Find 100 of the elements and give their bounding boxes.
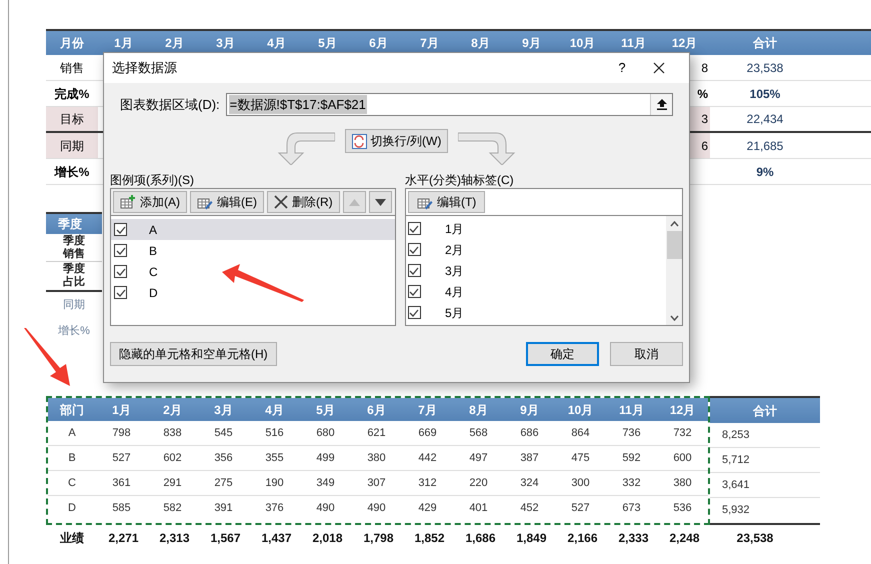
table-cell-text: 324 — [519, 476, 540, 491]
table-cell-text: 9% — [755, 164, 775, 180]
table-cell-text: 838 — [162, 426, 183, 441]
series-item[interactable]: C — [111, 261, 395, 282]
table-cell-text: 680 — [315, 426, 336, 441]
series-item[interactable]: A — [111, 219, 395, 240]
table-cell-text: 220 — [468, 476, 489, 491]
table-cell-text: 22,434 — [746, 111, 784, 128]
scroll-thumb[interactable] — [666, 231, 682, 259]
series-item[interactable]: B — [111, 240, 395, 261]
row-label: 季度 销售 — [46, 234, 102, 262]
edit-button[interactable]: 编辑(T) — [408, 191, 486, 213]
checkbox[interactable] — [408, 264, 421, 277]
checkbox[interactable] — [408, 222, 421, 235]
chevron-down-icon — [670, 315, 678, 321]
column-header: 月份 — [59, 35, 85, 52]
table-cell-text: 536 — [672, 501, 693, 516]
table-cell-text: 600 — [672, 450, 693, 466]
column-header: 12月 — [670, 35, 698, 52]
dialog-title: 选择数据源 — [112, 59, 177, 78]
table-cell-text: 312 — [417, 476, 438, 491]
column-header: 5月 — [317, 35, 338, 52]
column-header: 3月 — [215, 35, 236, 52]
table-cell-text: 673 — [621, 501, 642, 516]
axis-item[interactable]: 5月 — [406, 302, 666, 323]
table-cell-text: 545 — [213, 426, 234, 441]
table-cell-text: 585 — [111, 501, 132, 516]
table-cell-text: 380 — [672, 476, 693, 491]
cancel-button[interactable]: 取消 — [610, 342, 683, 366]
table-cell-text: 475 — [570, 450, 591, 466]
table-cell-text: 300 — [570, 476, 591, 491]
column-header: 9月 — [519, 402, 540, 418]
table-cell-text: A — [67, 426, 77, 441]
column-header: 11月 — [620, 35, 647, 52]
table-cell-text: 6 — [701, 138, 708, 154]
table-cell-text: 2,313 — [158, 530, 191, 547]
checkbox[interactable] — [114, 265, 127, 278]
table-cell-text: 592 — [621, 450, 642, 466]
table-cell-text: 1,849 — [515, 530, 548, 547]
move-down-button[interactable] — [368, 191, 392, 213]
table-cell-text: 387 — [519, 450, 540, 466]
axis-item[interactable]: 2月 — [406, 239, 666, 260]
column-header: 部门 — [58, 402, 85, 418]
help-button[interactable]: ? — [607, 58, 637, 78]
switch-row-column-button[interactable]: 切换行/列(W) — [344, 129, 448, 153]
hidden-cells-button[interactable]: 隐藏的单元格和空单元格(H) — [110, 342, 277, 366]
table-cell-text: 8 — [701, 60, 708, 76]
checkbox[interactable] — [408, 285, 421, 298]
table-cell-text: 490 — [315, 501, 336, 516]
chevron-up-icon — [670, 221, 678, 227]
axis-item[interactable]: 3月 — [406, 260, 666, 281]
column-header: 7月 — [419, 35, 440, 52]
table-cell-text: 5,932 — [721, 503, 751, 518]
column-header: 2月 — [164, 35, 185, 52]
axis-item[interactable]: 1月 — [406, 218, 666, 239]
column-header: 4月 — [264, 402, 285, 418]
table-cell-text: 452 — [519, 501, 540, 516]
axis-label: 水平(分类)轴标签(C) — [404, 172, 515, 188]
series-label: 图例项(系列)(S) — [110, 172, 195, 188]
table-cell-text: 499 — [315, 450, 336, 466]
range-field[interactable]: =数据源!$T$17:$AF$21 — [226, 93, 673, 116]
table-cell-text: 798 — [111, 426, 132, 441]
swap-icon — [352, 134, 367, 148]
scrollbar[interactable] — [666, 216, 682, 325]
checkbox[interactable] — [114, 244, 127, 257]
table-cell-text: D — [67, 501, 77, 516]
ok-button[interactable]: 确定 — [526, 342, 599, 366]
checkbox[interactable] — [114, 223, 127, 236]
column-header: 4月 — [266, 35, 287, 52]
column-header: 8月 — [468, 402, 489, 418]
series-item[interactable]: D — [111, 282, 395, 303]
column-header: 合计 — [752, 35, 778, 52]
table-cell-text: 490 — [366, 501, 387, 516]
column-header: 5月 — [315, 402, 336, 418]
table-cell: 5,712 — [710, 448, 820, 473]
axis-item[interactable]: 4月 — [406, 281, 666, 302]
table-cell-text: 291 — [162, 476, 183, 491]
edit-button[interactable]: 编辑(E) — [190, 191, 264, 213]
table-cell-text: 442 — [417, 450, 438, 466]
table-cell-text: 190 — [264, 476, 285, 491]
checkbox[interactable] — [114, 286, 127, 299]
column-header: 8月 — [470, 35, 491, 52]
table-cell-text: 355 — [264, 450, 285, 466]
range-label: 图表数据区域(D): — [120, 96, 220, 114]
table-cell-text: 307 — [366, 476, 387, 491]
table-cell-text: 2,166 — [566, 530, 599, 547]
table-cell-text: 2,248 — [668, 530, 701, 547]
table-cell-text: 2,271 — [107, 530, 140, 547]
table-cell-text: 621 — [366, 426, 387, 441]
add-table-icon — [120, 194, 136, 210]
table-cell-text: 332 — [621, 476, 642, 491]
collapse-button[interactable] — [650, 94, 672, 115]
checkbox[interactable] — [408, 243, 421, 256]
delete-button[interactable]: 删除(R) — [267, 191, 340, 213]
column-header: 季度 — [46, 212, 102, 234]
table-cell-text: 391 — [213, 501, 234, 516]
column-header: 合计 — [710, 396, 820, 423]
add-button[interactable]: 添加(A) — [113, 191, 187, 213]
checkbox[interactable] — [408, 306, 421, 319]
table-cell-text: 1,686 — [464, 530, 497, 547]
